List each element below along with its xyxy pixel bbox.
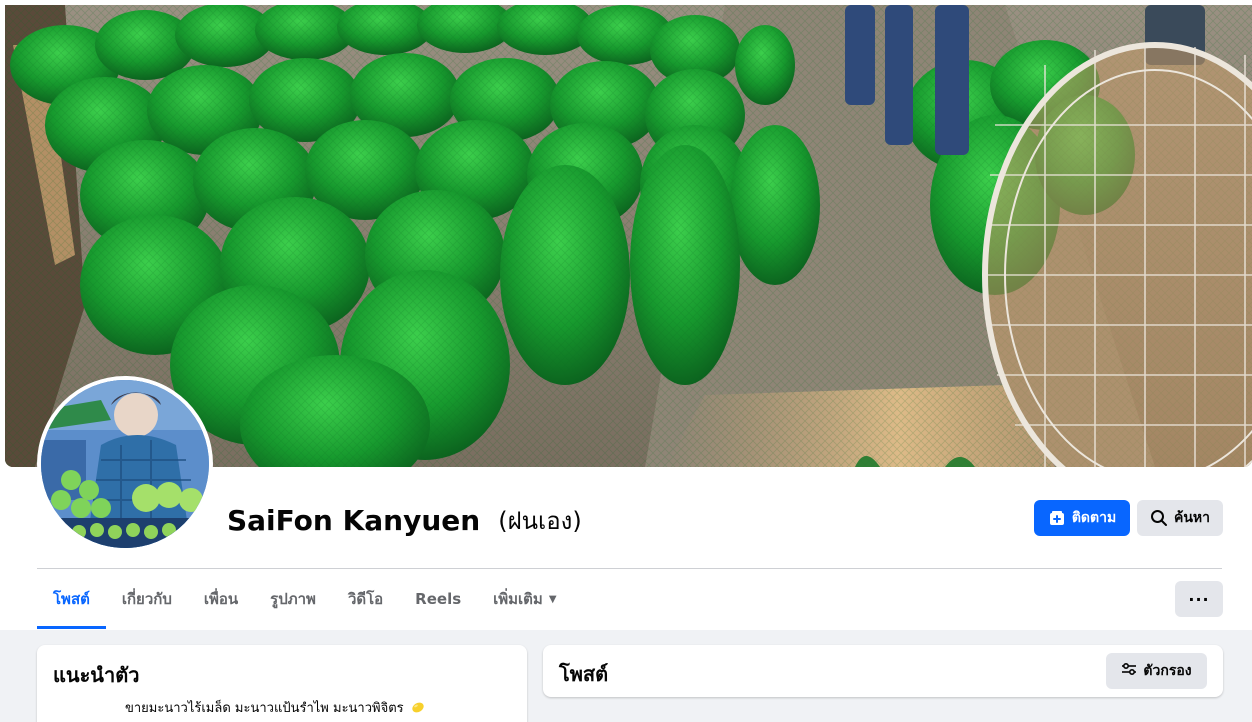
intro-title: แนะนำตัว xyxy=(53,663,140,687)
search-button-label: ค้นหา xyxy=(1173,510,1211,526)
profile-name-row: SaiFon Kanyuen (ฝนเอง) xyxy=(227,500,582,540)
profile-header: SaiFon Kanyuen (ฝนเอง) ติดตาม ค้นหา โพสต… xyxy=(0,0,1252,630)
avatar-photo xyxy=(41,380,209,548)
chevron-down-icon: ▼ xyxy=(548,593,557,605)
tab-photos[interactable]: รูปภาพ xyxy=(254,569,332,629)
follow-button-label: ติดตาม xyxy=(1071,510,1117,526)
follow-icon xyxy=(1048,509,1066,527)
tab-label: Reels xyxy=(415,590,462,608)
more-options-icon: ··· xyxy=(1188,589,1210,609)
tab-posts[interactable]: โพสต์ xyxy=(37,569,106,629)
cover-photo[interactable] xyxy=(5,5,1252,467)
posts-title: โพสต์ xyxy=(559,662,609,686)
tab-label: เพื่อน xyxy=(203,590,239,608)
tab-label: รูปภาพ xyxy=(270,590,316,608)
tab-reels[interactable]: Reels xyxy=(399,569,477,629)
search-icon xyxy=(1150,509,1168,527)
profile-avatar[interactable] xyxy=(37,376,213,552)
more-options-button[interactable]: ··· xyxy=(1175,581,1223,617)
tab-friends[interactable]: เพื่อน xyxy=(188,569,254,629)
search-button[interactable]: ค้นหา xyxy=(1137,500,1223,536)
tab-label: เพิ่มเติม xyxy=(493,590,543,608)
profile-name: SaiFon Kanyuen xyxy=(227,503,481,537)
intro-bio: ขายมะนาวไร้เมล็ด มะนาวแป้นรำไพ มะนาวพิจิ… xyxy=(125,697,505,718)
filter-button-label: ตัวกรอง xyxy=(1143,663,1192,679)
filter-icon xyxy=(1121,661,1137,681)
follow-button[interactable]: ติดตาม xyxy=(1034,500,1130,536)
tab-label: วิดีโอ xyxy=(347,590,384,608)
intro-card: แนะนำตัว ขายมะนาวไร้เมล็ด มะนาวแป้นรำไพ … xyxy=(37,645,527,722)
tab-about[interactable]: เกี่ยวกับ xyxy=(106,569,188,629)
tab-label: โพสต์ xyxy=(53,590,90,608)
tab-label: เกี่ยวกับ xyxy=(121,590,172,608)
profile-tabs: โพสต์ เกี่ยวกับ เพื่อน รูปภาพ วิดีโอ Ree… xyxy=(37,569,573,629)
tab-videos[interactable]: วิดีโอ xyxy=(332,569,399,629)
profile-alternate-name: (ฝนเอง) xyxy=(498,506,582,535)
lemon-emoji-icon xyxy=(411,700,425,714)
intro-bio-text: ขายมะนาวไร้เมล็ด มะนาวแป้นรำไพ มะนาวพิจิ… xyxy=(125,701,404,716)
tab-more[interactable]: เพิ่มเติม ▼ xyxy=(477,569,572,629)
filter-button[interactable]: ตัวกรอง xyxy=(1106,653,1207,689)
